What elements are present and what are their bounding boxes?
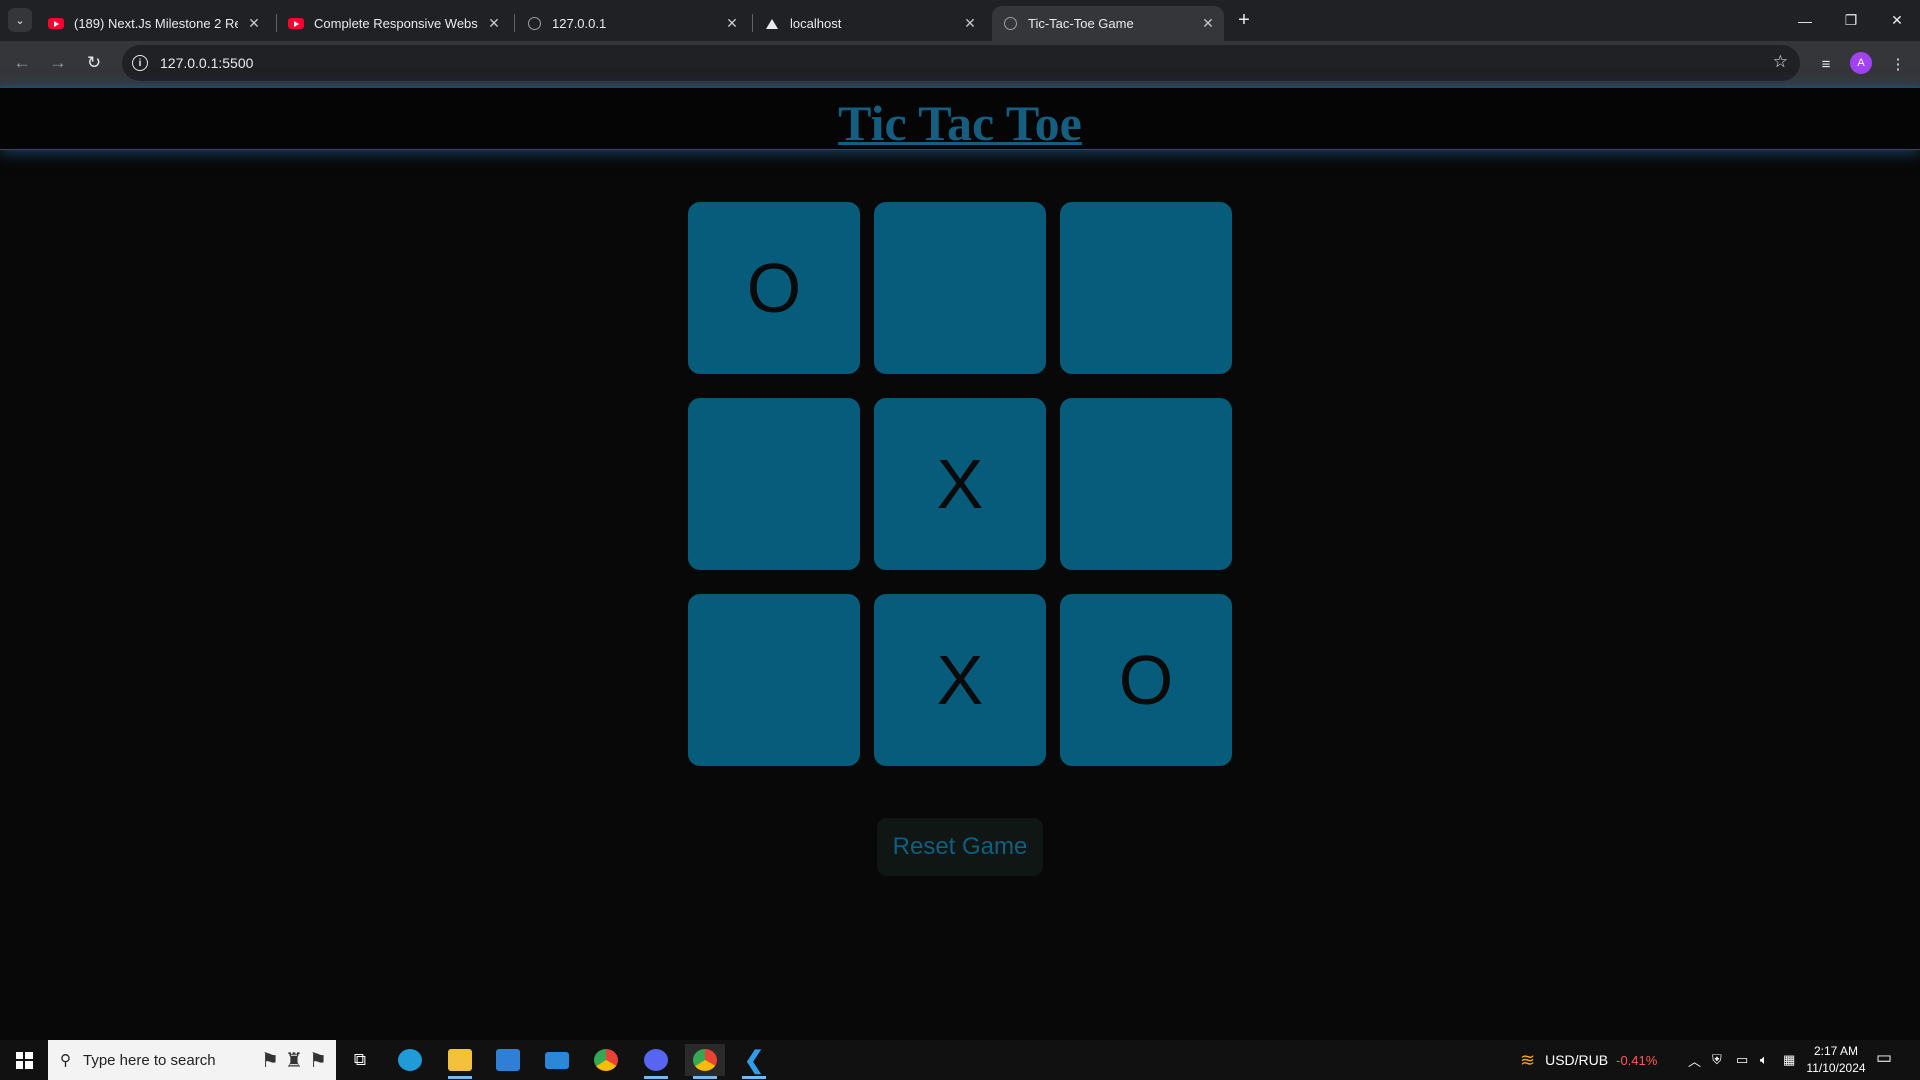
file-explorer-icon[interactable] [440,1044,480,1079]
page-content: Tic Tac Toe O X X O Reset Game [0,86,1920,1040]
chrome-profile-icon[interactable] [685,1044,725,1079]
board-cell-2[interactable] [874,202,1046,374]
tab-title: Tic-Tac-Toe Game [1028,16,1134,31]
board-cell-9[interactable]: O [1060,594,1232,766]
search-highlight-art: ⚑ ♜ ⚑ [261,1049,327,1072]
profile-avatar[interactable]: A [1850,52,1872,74]
globe-icon [526,16,542,32]
windows-logo-icon [15,1051,33,1069]
back-button[interactable]: ← [8,49,36,77]
search-placeholder: Type here to search [83,1051,216,1069]
ticker-chart-icon: ≋ [1520,1049,1536,1070]
volume-icon[interactable]: 🔈︎ [1760,1040,1768,1080]
tab-responsive-website[interactable]: Complete Responsive Website | ✕ [278,6,510,41]
keyboard-icon[interactable]: ▦ [1783,1040,1795,1080]
tab-title: Complete Responsive Website | [314,16,478,31]
show-hidden-icons[interactable]: ︿ [1688,1040,1701,1080]
site-info-icon[interactable]: i [132,55,148,71]
system-clock[interactable]: 2:17 AM 11/10/2024 [1800,1043,1872,1077]
new-tab-button[interactable]: + [1232,8,1256,32]
notification-icon[interactable]: ▭ [1876,1048,1892,1068]
reset-game-button[interactable]: Reset Game [877,818,1043,876]
discord-icon[interactable] [636,1044,676,1079]
youtube-icon [288,16,304,32]
bookmark-star-icon[interactable]: ☆ [1773,52,1788,72]
taskbar-search-box[interactable]: ⚲ Type here to search ⚑ ♜ ⚑ [48,1040,336,1080]
tab-title: 127.0.0.1 [552,16,607,31]
reload-button[interactable]: ↻ [80,49,108,77]
close-window-button[interactable]: ✕ [1874,0,1920,41]
browser-tab-bar: ⌄ (189) Next.Js Milestone 2 Respo ✕ Comp… [0,0,1920,41]
tab-title: (189) Next.Js Milestone 2 Respo [74,16,238,31]
close-icon[interactable]: ✕ [484,14,504,34]
triangle-icon [764,16,780,32]
battery-icon[interactable]: ▭ [1736,1040,1748,1080]
board-cell-7[interactable] [688,594,860,766]
close-icon[interactable]: ✕ [244,14,264,34]
tab-localhost[interactable]: localhost ✕ [754,6,986,41]
chrome-icon[interactable] [586,1044,626,1076]
vscode-icon[interactable]: ❮ [734,1044,774,1079]
start-button[interactable] [0,1040,48,1080]
microsoft-store-icon[interactable] [488,1044,528,1076]
minimize-button[interactable]: — [1782,0,1828,41]
globe-icon [1002,16,1018,32]
youtube-icon [48,16,64,32]
close-icon[interactable]: ✕ [960,14,980,34]
game-board: O X X O [688,202,1232,766]
edge-browser-icon[interactable] [390,1044,430,1076]
page-title: Tic Tac Toe [838,95,1082,151]
windows-taskbar: ⚲ Type here to search ⚑ ♜ ⚑ ⧉ ❮ ≋ USD/RUB … [0,1040,1920,1080]
close-icon[interactable]: ✕ [722,14,742,34]
task-view-icon[interactable]: ⧉ [340,1044,380,1076]
browser-toolbar: ← → ↻ i 127.0.0.1:5500 ☆ ≡ A ⋮ [0,41,1920,86]
close-icon[interactable]: ✕ [1198,14,1218,34]
security-icon[interactable]: ⛨ [1712,1040,1722,1080]
tab-title: localhost [790,16,842,31]
tab-nextjs[interactable]: (189) Next.Js Milestone 2 Respo ✕ [38,6,270,41]
url-text: 127.0.0.1:5500 [160,55,254,71]
menu-kebab-icon[interactable]: ⋮ [1885,51,1911,77]
board-cell-4[interactable] [688,398,860,570]
clock-date: 11/10/2024 [1806,1061,1866,1075]
clock-time: 2:17 AM [1813,1044,1859,1058]
address-bar[interactable]: i 127.0.0.1:5500 ☆ [122,45,1800,81]
ticker-change: -0.41% [1616,1052,1658,1068]
tab-127-0-0-1[interactable]: 127.0.0.1 ✕ [516,6,748,41]
board-cell-6[interactable] [1060,398,1232,570]
search-icon: ⚲ [60,1052,71,1069]
tab-tic-tac-toe[interactable]: Tic-Tac-Toe Game ✕ [992,6,1224,41]
forward-button[interactable]: → [44,49,72,77]
page-header: Tic Tac Toe [0,86,1920,151]
board-cell-3[interactable] [1060,202,1232,374]
mail-icon[interactable] [537,1044,577,1076]
media-controls-icon[interactable]: ≡ [1813,51,1839,77]
board-cell-8[interactable]: X [874,594,1046,766]
stock-ticker[interactable]: ≋ USD/RUB -0.41% [1520,1040,1657,1080]
board-cell-5[interactable]: X [874,398,1046,570]
restore-button[interactable]: ❐ [1828,0,1874,41]
board-cell-1[interactable]: O [688,202,860,374]
tab-search-dropdown[interactable]: ⌄ [8,8,32,32]
ticker-symbol: USD/RUB [1545,1052,1609,1068]
